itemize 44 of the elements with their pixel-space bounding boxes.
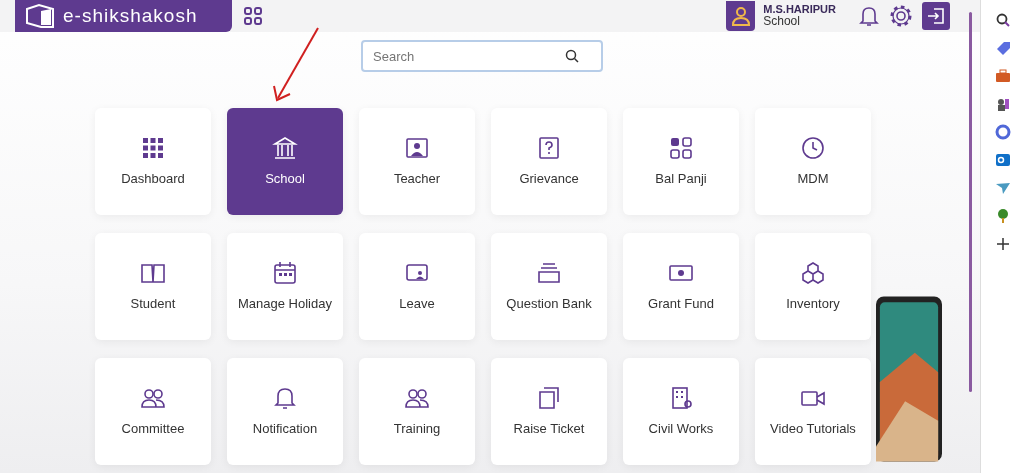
user-avatar <box>726 1 756 31</box>
apps-icon[interactable] <box>244 7 262 25</box>
ring-icon[interactable] <box>994 124 1011 140</box>
cubes-icon <box>800 259 826 286</box>
calendar-icon <box>272 259 298 286</box>
user-role: School <box>763 14 801 29</box>
menu-tile[interactable]: Manage Holiday <box>227 233 343 340</box>
plus-icon[interactable] <box>994 236 1011 252</box>
search-icon[interactable] <box>565 49 579 63</box>
user-name: M.S.HARIPUR <box>763 3 836 15</box>
logo-text: e-shikshakosh <box>63 3 198 28</box>
menu-tile[interactable]: Raise Ticket <box>491 358 607 465</box>
question-icon <box>536 134 562 161</box>
menu-tile[interactable]: Grant Fund <box>623 233 739 340</box>
briefcase-icon[interactable] <box>994 68 1011 84</box>
bell-icon[interactable] <box>858 5 880 27</box>
building-icon <box>272 134 298 161</box>
menu-tile[interactable]: Civil Works <box>623 358 739 465</box>
menu-tile[interactable]: Leave <box>359 233 475 340</box>
ticket-icon <box>536 384 562 411</box>
menu-tile[interactable]: Training <box>359 358 475 465</box>
logout-icon <box>927 7 945 25</box>
menu-tile[interactable]: MDM <box>755 108 871 215</box>
menu-tile[interactable]: Video Tutorials <box>755 358 871 465</box>
settings-icon[interactable] <box>888 3 914 29</box>
menu-tile[interactable]: Bal Panji <box>623 108 739 215</box>
logout-button[interactable] <box>922 2 950 30</box>
menu-tile[interactable]: Inventory <box>755 233 871 340</box>
search-field[interactable]: Search <box>361 40 603 72</box>
menu-tile[interactable]: Dashboard <box>95 108 211 215</box>
menu-tile[interactable]: Student <box>95 233 211 340</box>
menu-tile[interactable]: School <box>227 108 343 215</box>
checklist-icon <box>668 134 694 161</box>
scrollbar[interactable] <box>969 12 972 392</box>
menu-tile[interactable]: Teacher <box>359 108 475 215</box>
search-icon[interactable] <box>994 12 1011 28</box>
menu-tile[interactable]: Grievance <box>491 108 607 215</box>
mail-icon[interactable] <box>994 152 1011 168</box>
paper-plane-icon[interactable] <box>994 180 1011 196</box>
clock-icon <box>800 134 826 161</box>
menu-tile[interactable]: Question Bank <box>491 233 607 340</box>
menu-tile[interactable]: Notification <box>227 358 343 465</box>
book-icon <box>25 3 55 29</box>
menu-tile[interactable]: Committee <box>95 358 211 465</box>
